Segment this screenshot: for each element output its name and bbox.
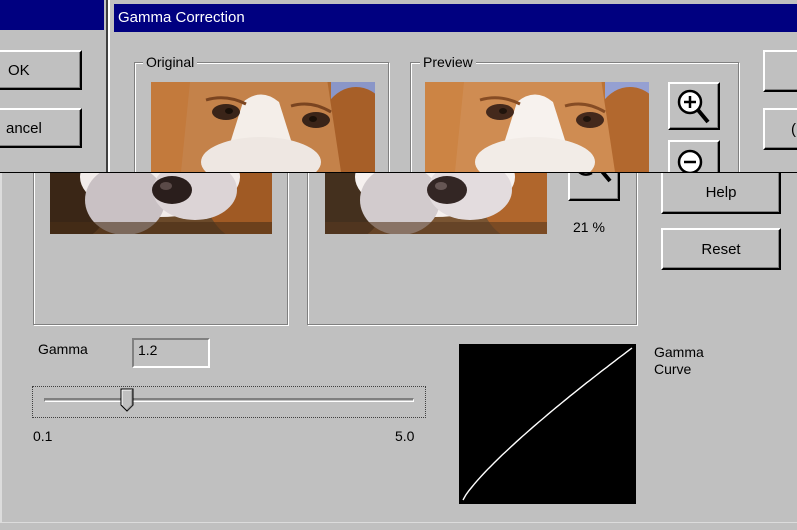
right-ok-button[interactable] xyxy=(763,50,797,92)
gamma-correction-dialog: Gamma Correction Original Preview ( xyxy=(108,0,797,172)
zoom-out-icon xyxy=(677,149,703,172)
right-cancel-button[interactable]: ( xyxy=(763,108,797,150)
gamma-curve-label: Gamma Curve xyxy=(654,344,704,378)
ok-button[interactable]: OK xyxy=(0,50,82,90)
gamma-value: 1.2 xyxy=(138,342,158,358)
gamma-curve-line xyxy=(462,347,633,501)
slider-max-label: 5.0 xyxy=(395,428,415,444)
dialog-titlebar[interactable]: Gamma Correction xyxy=(114,4,797,32)
zoom-out-button[interactable] xyxy=(668,140,720,172)
zoom-in-button[interactable] xyxy=(668,82,720,130)
gamma-slider-focus xyxy=(32,386,426,418)
original-image-upper xyxy=(151,82,375,172)
gamma-curve-label-line2: Curve xyxy=(654,361,692,377)
right-cancel-partial-glyph: ( xyxy=(791,120,796,138)
left-dialog-titlebar xyxy=(0,0,104,30)
gamma-value-field[interactable]: 1.2 xyxy=(132,338,210,368)
gamma-curve-label-line1: Gamma xyxy=(654,344,704,360)
gamma-slider-thumb[interactable] xyxy=(120,388,134,412)
preview-group-label: Preview xyxy=(420,54,476,70)
help-button[interactable]: Help xyxy=(661,172,781,214)
dialog-title: Gamma Correction xyxy=(118,9,245,26)
original-group-label: Original xyxy=(143,54,198,70)
reset-button[interactable]: Reset xyxy=(661,228,781,270)
gamma-curve-graph xyxy=(459,344,636,504)
left-background-dialog: OK ancel xyxy=(0,0,108,172)
zoom-level: 21 % xyxy=(573,219,605,235)
cancel-button[interactable]: ancel xyxy=(0,108,82,148)
original-image-lower xyxy=(50,172,272,234)
slider-min-label: 0.1 xyxy=(33,428,53,444)
gamma-label: Gamma xyxy=(38,341,88,357)
gamma-dialog-upper-layer: OK ancel Gamma Correction Original Previ… xyxy=(0,0,797,173)
zoom-in-icon xyxy=(677,89,710,124)
preview-image-lower xyxy=(325,172,547,234)
gamma-slider-track[interactable] xyxy=(44,398,414,402)
preview-image-upper xyxy=(425,82,649,172)
